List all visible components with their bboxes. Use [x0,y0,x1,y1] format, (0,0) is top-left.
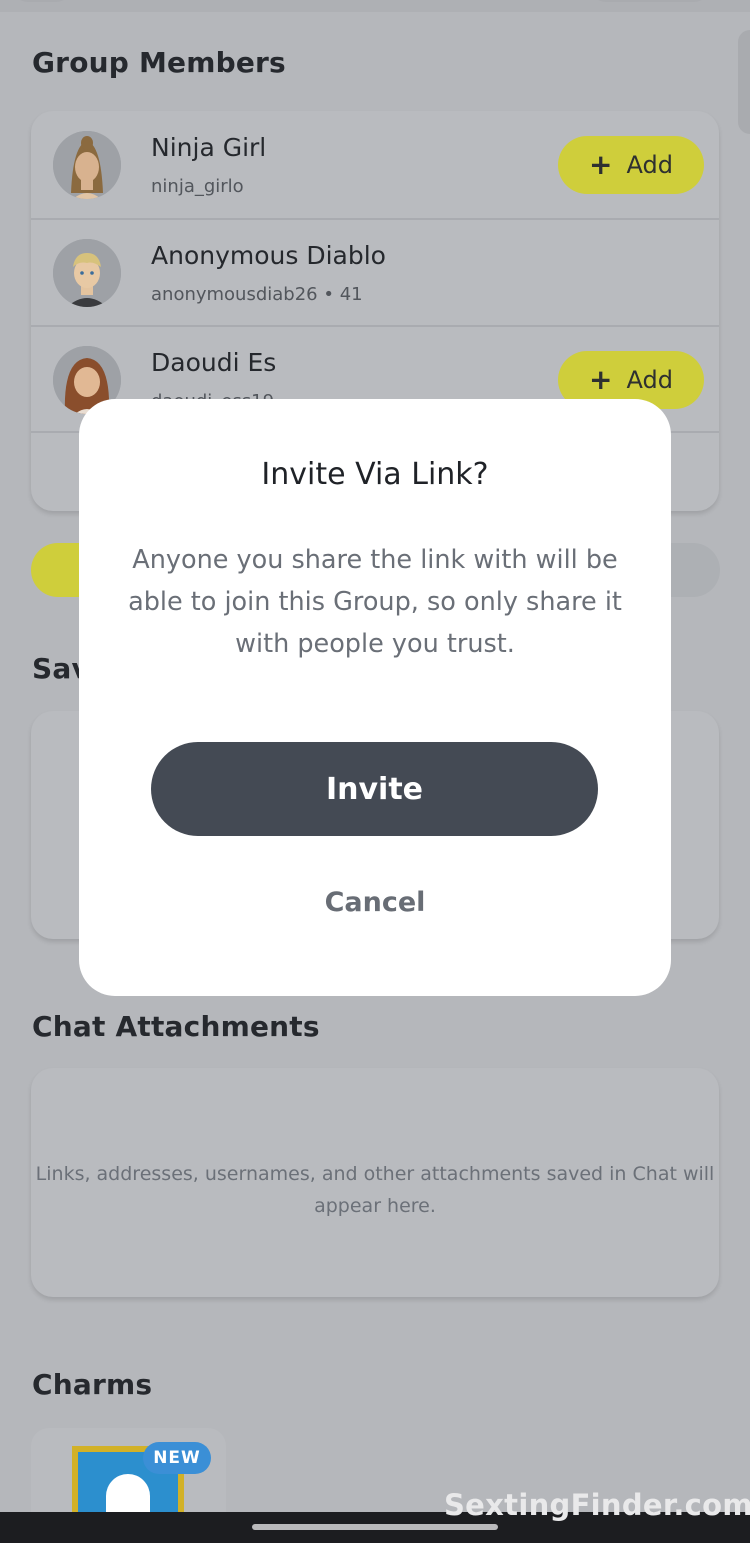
plus-icon: + [589,363,613,396]
add-button-label: Add [626,366,673,394]
member-username: ninja_girlo [151,176,244,197]
add-button-label: Add [626,151,673,179]
member-row-anonymous-diablo[interactable]: Anonymous Diablo anonymousdiab26 • 41 [31,219,719,325]
top-right-pill [590,0,710,2]
chat-attachments-card: Links, addresses, usernames, and other a… [31,1068,719,1297]
member-name: Ninja Girl [151,133,267,162]
member-name: Daoudi Es [151,348,277,377]
chat-attachments-title: Chat Attachments [32,1010,320,1043]
home-indicator[interactable] [252,1524,498,1530]
new-badge: NEW [143,1442,211,1474]
dialog-title: Invite Via Link? [261,457,489,492]
invite-via-link-dialog: Invite Via Link? Anyone you share the li… [79,399,671,996]
charms-title: Charms [32,1368,153,1401]
cancel-button[interactable]: Cancel [275,874,475,930]
watermark: SextingFinder.com [444,1488,750,1522]
plus-icon: + [589,148,613,181]
dialog-message: Anyone you share the link with will be a… [128,545,622,659]
bitmoji-avatar-icon [53,131,121,199]
group-members-title: Group Members [32,46,286,79]
member-name: Anonymous Diablo [151,241,386,270]
add-friend-button[interactable]: + Add [558,136,704,194]
bitmoji-avatar-icon [53,239,121,307]
member-row-ninja-girl[interactable]: Ninja Girl ninja_girlo + Add [31,111,719,217]
scroll-indicator[interactable] [738,30,750,134]
chat-attachments-empty-text: Links, addresses, usernames, and other a… [35,1163,715,1217]
invite-button[interactable]: Invite [151,742,598,836]
member-username: anonymousdiab26 • 41 [151,284,363,305]
